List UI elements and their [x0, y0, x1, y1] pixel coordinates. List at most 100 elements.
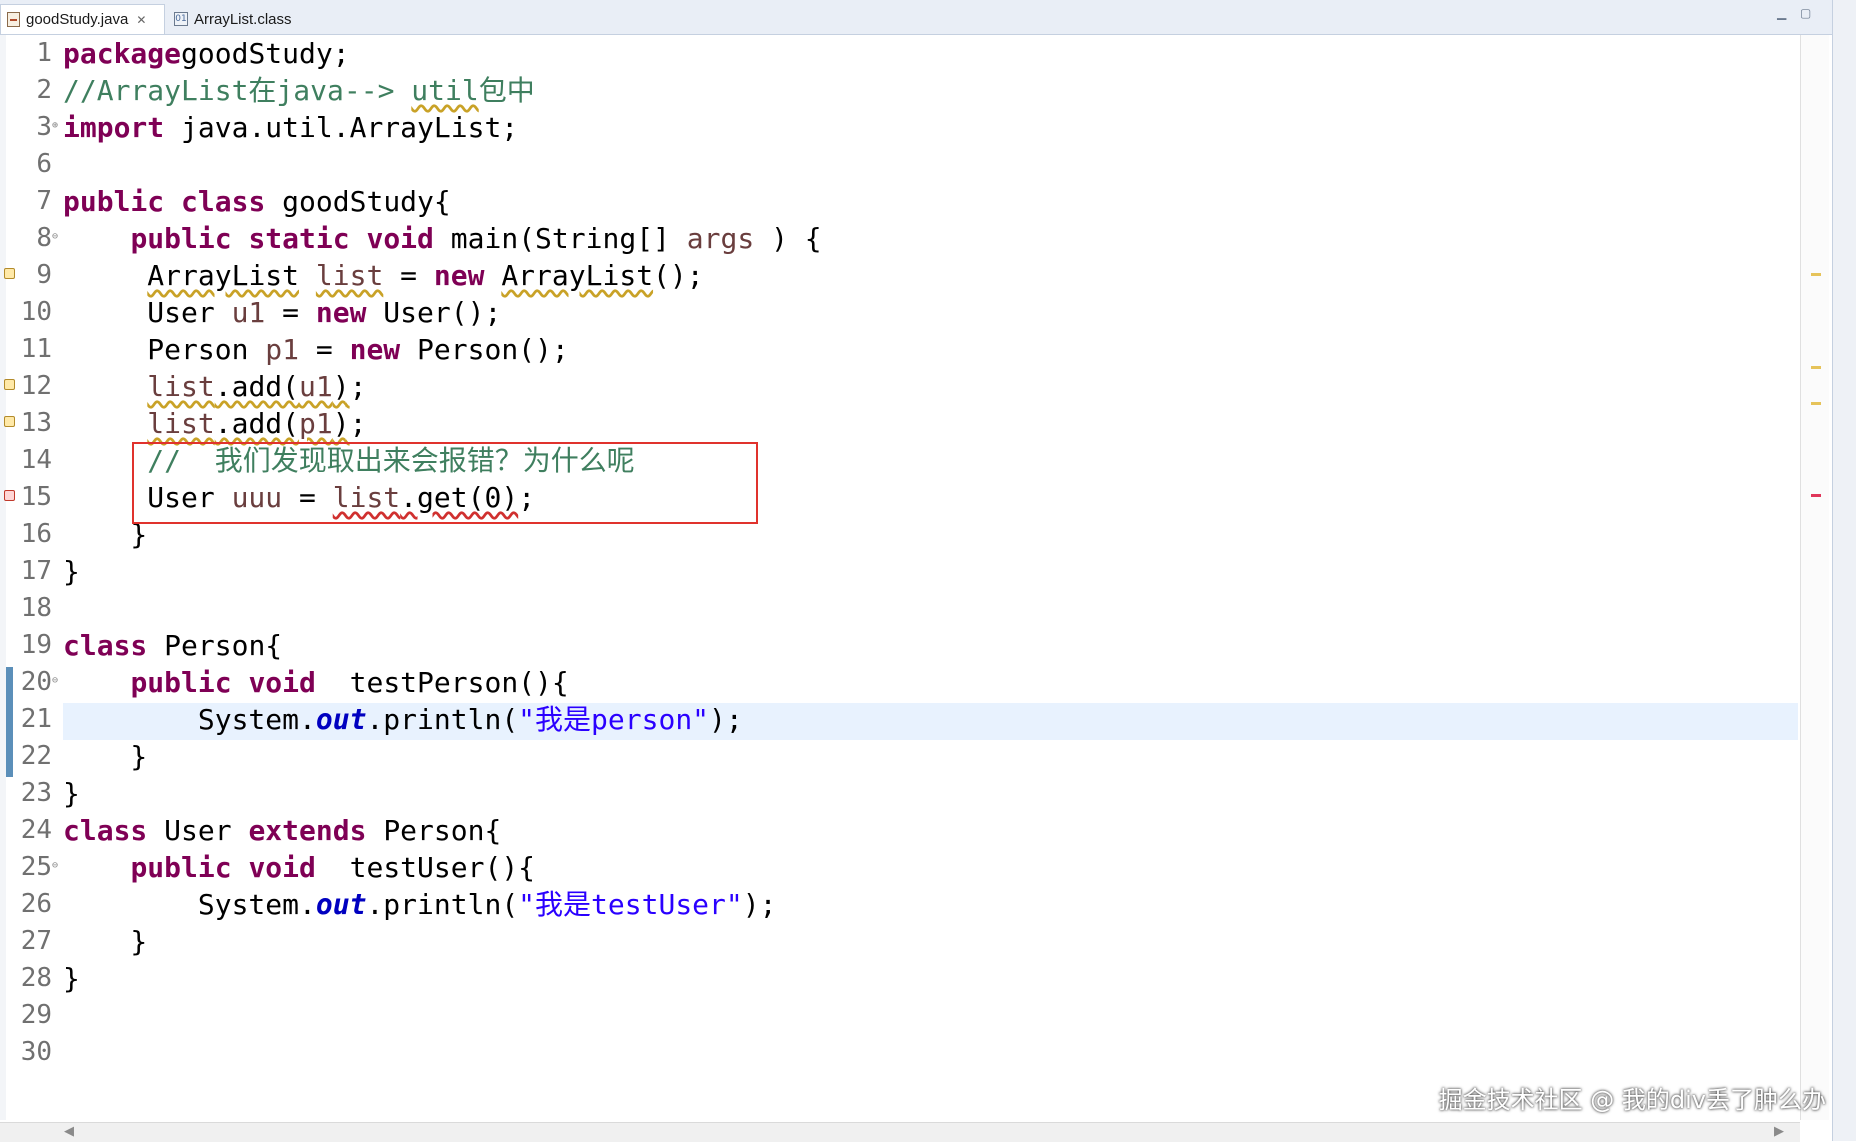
- code-line[interactable]: 9 ArrayList list = new ArrayList();: [0, 257, 1800, 294]
- line-number: 18: [20, 593, 52, 623]
- line-number: 3: [36, 112, 52, 142]
- code-token: list: [315, 259, 384, 292]
- code-text[interactable]: System.out.println("我是testUser");: [63, 886, 777, 923]
- code-token: }: [63, 925, 148, 958]
- code-line[interactable]: 29: [0, 997, 1800, 1034]
- code-line[interactable]: 10 User u1 = new User();: [0, 294, 1800, 331]
- overview-ruler[interactable]: [1800, 35, 1829, 1120]
- code-line[interactable]: 6: [0, 146, 1800, 183]
- code-line[interactable]: 28}: [0, 960, 1800, 997]
- fold-toggle-icon[interactable]: ⊖: [52, 232, 58, 242]
- line-number: 20: [20, 667, 52, 697]
- code-token: testUser(){: [315, 851, 536, 884]
- code-line[interactable]: 20 ⊖ public void testPerson(){: [0, 664, 1800, 701]
- warning-marker[interactable]: [1811, 366, 1821, 369]
- scroll-left-icon[interactable]: ◀: [64, 1124, 74, 1139]
- code-line[interactable]: 27 }: [0, 923, 1800, 960]
- code-token: }: [63, 962, 80, 995]
- code-text[interactable]: }: [63, 960, 80, 997]
- warning-icon[interactable]: [4, 268, 15, 279]
- error-marker[interactable]: [1811, 494, 1821, 497]
- code-text[interactable]: packagegoodStudy;: [63, 35, 350, 72]
- code-token: class: [181, 185, 266, 218]
- code-token: public: [130, 222, 232, 255]
- code-text[interactable]: list.add(p1);: [63, 405, 366, 442]
- code-line[interactable]: 7 public class goodStudy{: [0, 183, 1800, 220]
- code-line[interactable]: 18: [0, 590, 1800, 627]
- code-text[interactable]: //ArrayList在java--> util包中: [63, 72, 535, 109]
- code-line[interactable]: 11 Person p1 = new Person();: [0, 331, 1800, 368]
- warning-marker[interactable]: [1811, 273, 1821, 276]
- code-token: list: [147, 407, 215, 440]
- scroll-right-icon[interactable]: ▶: [1774, 1124, 1784, 1139]
- code-token: class: [63, 629, 148, 662]
- code-text[interactable]: }: [63, 553, 80, 590]
- code-text[interactable]: System.out.println("我是person");: [63, 701, 743, 738]
- code-token: System.: [63, 888, 316, 921]
- code-text[interactable]: public void testUser(){: [63, 849, 535, 886]
- code-line[interactable]: 19 class Person{: [0, 627, 1800, 664]
- code-text[interactable]: import java.util.ArrayList;: [63, 109, 518, 146]
- code-line[interactable]: 1 packagegoodStudy;: [0, 35, 1800, 72]
- line-number: 28: [20, 963, 52, 993]
- code-token: out: [315, 888, 367, 921]
- code-text[interactable]: public void testPerson(){: [63, 664, 568, 701]
- line-number: 10: [20, 297, 52, 327]
- code-line[interactable]: 12 list.add(u1);: [0, 368, 1800, 405]
- fold-toggle-icon[interactable]: ⊕: [52, 121, 58, 131]
- code-line[interactable]: 8 ⊖ public static void main(String[] args…: [0, 220, 1800, 257]
- code-token: static: [248, 222, 350, 255]
- code-text[interactable]: public class goodStudy{: [63, 183, 451, 220]
- line-number: 9: [36, 260, 52, 290]
- warning-icon[interactable]: [4, 416, 15, 427]
- code-line[interactable]: 17}: [0, 553, 1800, 590]
- error-icon[interactable]: [4, 490, 15, 501]
- code-line[interactable]: 24 class User extends Person{: [0, 812, 1800, 849]
- code-token: extends: [248, 814, 367, 847]
- code-line[interactable]: 13 list.add(p1);: [0, 405, 1800, 442]
- horizontal-scrollbar[interactable]: ◀ ▶: [0, 1122, 1800, 1142]
- code-text[interactable]: Person p1 = new Person();: [63, 331, 568, 368]
- code-text[interactable]: ArrayList list = new ArrayList();: [63, 257, 704, 294]
- code-text[interactable]: list.add(u1);: [63, 368, 366, 405]
- line-number: 29: [20, 1000, 52, 1030]
- code-text[interactable]: User u1 = new User();: [63, 294, 501, 331]
- code-token: new: [349, 333, 401, 366]
- close-icon[interactable]: ✕: [136, 13, 146, 27]
- tab-goodstudy-java[interactable]: goodStudy.java ✕: [0, 4, 165, 34]
- code-line[interactable]: 25 ⊖ public void testUser(){: [0, 849, 1800, 886]
- code-line[interactable]: 22 }: [0, 738, 1800, 775]
- tab-arraylist-class[interactable]: 01 ArrayList.class: [172, 4, 292, 34]
- code-text[interactable]: class User extends Person{: [63, 812, 501, 849]
- code-text[interactable]: public static void main(String[] args ) …: [63, 220, 821, 257]
- code-line[interactable]: 23}: [0, 775, 1800, 812]
- warning-icon[interactable]: [4, 379, 15, 390]
- fold-toggle-icon[interactable]: ⊖: [52, 676, 58, 686]
- code-token: ;: [349, 407, 367, 440]
- code-text[interactable]: }: [63, 775, 80, 812]
- line-number: 7: [36, 186, 52, 216]
- code-line[interactable]: 30: [0, 1034, 1800, 1071]
- code-text[interactable]: class Person{: [63, 627, 282, 664]
- code-token: );: [742, 888, 777, 921]
- code-token: .println(: [366, 703, 519, 736]
- code-editor[interactable]: 1 packagegoodStudy; 2 //ArrayList在java--> u…: [0, 35, 1832, 1120]
- code-line[interactable]: 26 System.out.println("我是testUser");: [0, 886, 1800, 923]
- tab-label: ArrayList.class: [194, 10, 292, 28]
- code-token: goodStudy{: [265, 185, 451, 218]
- minimize-icon[interactable]: ▁: [1777, 6, 1786, 20]
- code-line[interactable]: 2 //ArrayList在java--> util包中: [0, 72, 1800, 109]
- code-text[interactable]: }: [63, 923, 147, 960]
- line-number: 21: [20, 704, 52, 734]
- code-line[interactable]: 3 ⊕ import java.util.ArrayList;: [0, 109, 1800, 146]
- maximize-icon[interactable]: ▢: [1800, 6, 1811, 20]
- fold-toggle-icon[interactable]: ⊖: [52, 861, 58, 871]
- code-token: ();: [653, 259, 704, 292]
- warning-marker[interactable]: [1811, 402, 1821, 405]
- code-text[interactable]: }: [63, 738, 147, 775]
- code-line[interactable]: 21 System.out.println("我是person");: [0, 701, 1800, 738]
